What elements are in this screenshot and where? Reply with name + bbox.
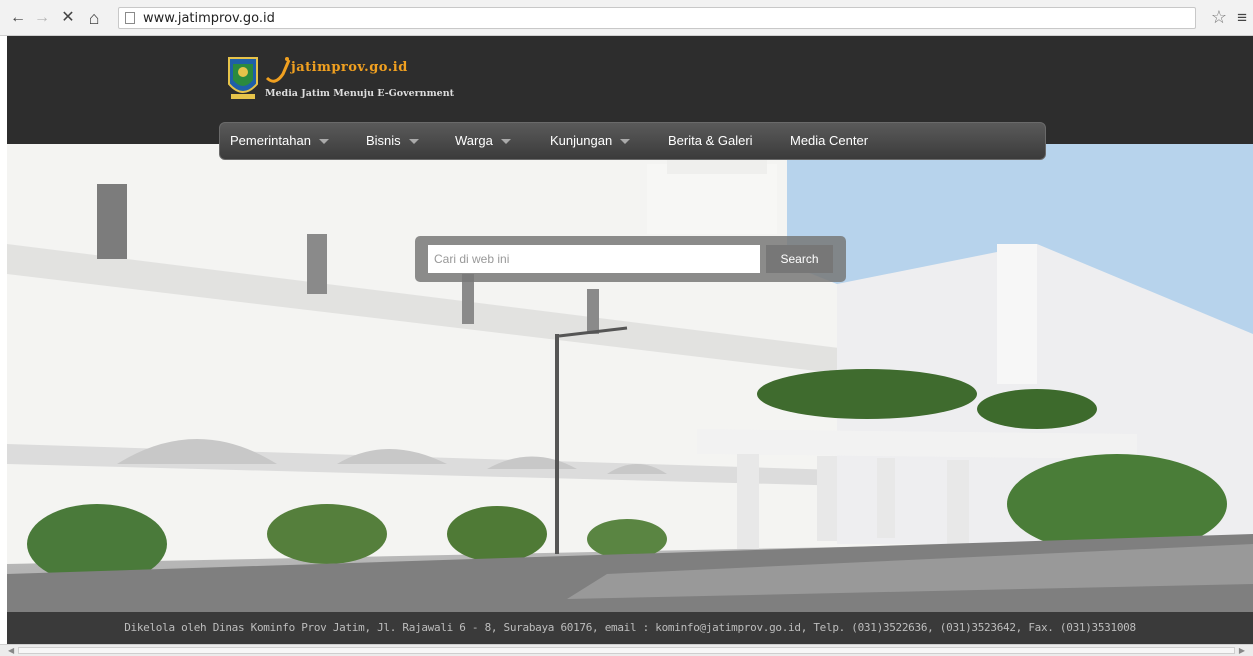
scroll-left-icon[interactable]: ◀ [8,646,14,655]
nav-item-media-center[interactable]: Media Center [790,133,868,148]
site-logo[interactable]: jatimprov.go.id Media Jatim Menuju E-Gov… [227,54,454,106]
horizontal-scrollbar[interactable]: ◀ ▶ [0,644,1253,656]
chevron-down-icon [318,139,329,145]
scroll-thumb[interactable] [18,647,1235,654]
search-input[interactable] [428,245,760,273]
logo-wordmark: jatimprov.go.id [291,60,408,75]
chevron-down-icon [500,139,511,145]
chevron-down-icon [620,139,631,145]
bookmark-star-icon[interactable]: ☆ [1211,7,1227,28]
forward-arrow-icon[interactable]: → [32,9,52,27]
page-icon [125,12,135,24]
province-crest-icon [228,57,258,99]
hero-image [7,144,1253,612]
address-bar[interactable]: www.jatimprov.go.id [118,7,1196,29]
logo-tagline: Media Jatim Menuju E-Government [265,88,454,99]
stop-icon[interactable]: ✕ [58,9,78,27]
chevron-down-icon [408,139,419,145]
back-arrow-icon[interactable]: ← [8,9,28,27]
nav-item-pemerintahan[interactable]: Pemerintahan [230,133,329,148]
building-photo [7,144,1253,612]
scroll-right-icon[interactable]: ▶ [1239,646,1245,655]
browser-menu-icon[interactable]: ≡ [1237,8,1247,28]
main-nav: Pemerintahan Bisnis Warga Kunjungan Beri… [219,122,1046,160]
search-panel: Search [415,236,846,282]
home-icon[interactable]: ⌂ [84,9,104,27]
browser-toolbar: ← → ✕ ⌂ www.jatimprov.go.id ☆ ≡ [0,0,1253,36]
nav-item-berita-galeri[interactable]: Berita & Galeri [668,133,753,148]
footer-contact-text: Dikelola oleh Dinas Kominfo Prov Jatim, … [124,621,1136,634]
nav-item-bisnis[interactable]: Bisnis [366,133,419,148]
site-footer: Dikelola oleh Dinas Kominfo Prov Jatim, … [7,612,1253,644]
search-button[interactable]: Search [766,245,833,273]
nav-item-warga[interactable]: Warga [455,133,511,148]
nav-item-kunjungan[interactable]: Kunjungan [550,133,631,148]
url-text: www.jatimprov.go.id [143,11,275,26]
